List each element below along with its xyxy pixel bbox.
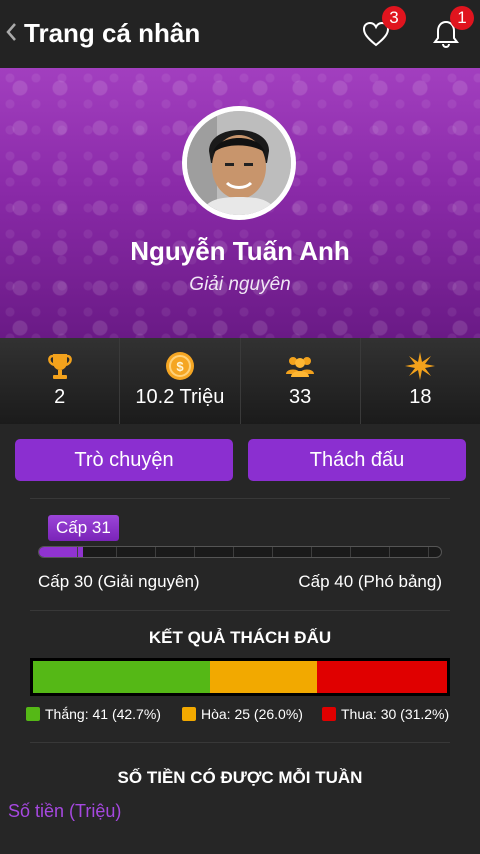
- chevron-left-icon: [6, 23, 16, 41]
- level-badge: Cấp 31: [48, 515, 119, 541]
- legend-item: Hòa: 25 (26.0%): [182, 706, 303, 722]
- trophy-icon: [47, 354, 72, 379]
- avatar[interactable]: [182, 106, 296, 220]
- stat-trophies[interactable]: 2: [0, 338, 121, 424]
- results-segment: [209, 661, 318, 693]
- profile-name: Nguyễn Tuấn Anh: [130, 236, 350, 266]
- friends-icon: [286, 357, 315, 377]
- notifications-badge: 1: [450, 6, 474, 30]
- legend-item: Thua: 30 (31.2%): [322, 706, 449, 722]
- svg-text:$: $: [176, 359, 184, 374]
- level-to-label: Cấp 40 (Phó bảng): [298, 572, 442, 591]
- stat-value: 2: [54, 386, 66, 408]
- progress-ticks: [39, 547, 441, 557]
- profile-rank: Giải nguyên: [189, 274, 291, 295]
- level-from-label: Cấp 30 (Giải nguyên): [38, 572, 200, 591]
- legend-swatch: [322, 707, 336, 721]
- stat-value: 18: [409, 386, 432, 408]
- results-segment: [317, 661, 447, 693]
- user-photo-icon: [187, 111, 291, 215]
- legend-swatch: [182, 707, 196, 721]
- weekly-money-axis-label: Số tiền (Triệu): [8, 801, 122, 821]
- favorites-badge: 3: [382, 6, 406, 30]
- legend-item: Thắng: 41 (42.7%): [26, 706, 161, 722]
- legend-swatch: [26, 707, 40, 721]
- stat-coins[interactable]: $ 10.2 Triệu: [120, 338, 241, 424]
- divider: [30, 742, 450, 743]
- legend-label: Hòa: 25 (26.0%): [201, 706, 303, 722]
- divider: [30, 498, 450, 499]
- page-title: Trang cá nhân: [24, 18, 201, 48]
- chat-button[interactable]: Trò chuyện: [15, 439, 233, 481]
- stat-value: 33: [289, 386, 312, 408]
- results-segment: [33, 661, 210, 693]
- results-title: KẾT QUẢ THÁCH ĐẤU: [148, 628, 332, 647]
- stat-friends[interactable]: 33: [241, 338, 361, 424]
- coin-icon: $: [165, 352, 194, 380]
- back-button[interactable]: [5, 22, 17, 48]
- results-bar: [30, 658, 450, 696]
- divider: [30, 610, 450, 611]
- avatar-photo: [187, 111, 291, 215]
- legend-label: Thắng: 41 (42.7%): [45, 706, 161, 722]
- top-bar: Trang cá nhân 3 1: [0, 0, 480, 68]
- stat-stars[interactable]: 18: [361, 338, 480, 424]
- stats-bar: 2 $ 10.2 Triệu 33 18: [0, 338, 480, 424]
- profile-header: Nguyễn Tuấn Anh Giải nguyên: [0, 68, 480, 338]
- star-icon: [405, 352, 436, 380]
- legend-label: Thua: 30 (31.2%): [341, 706, 450, 722]
- weekly-money-title: SỐ TIỀN CÓ ĐƯỢC MỖI TUẦN: [117, 768, 363, 787]
- results-legend: Thắng: 41 (42.7%) Hòa: 25 (26.0%) Thua: 30…: [0, 706, 480, 726]
- challenge-button[interactable]: Thách đấu: [248, 439, 466, 481]
- stat-value: 10.2 Triệu: [135, 386, 225, 408]
- level-progress-bar: [38, 546, 442, 558]
